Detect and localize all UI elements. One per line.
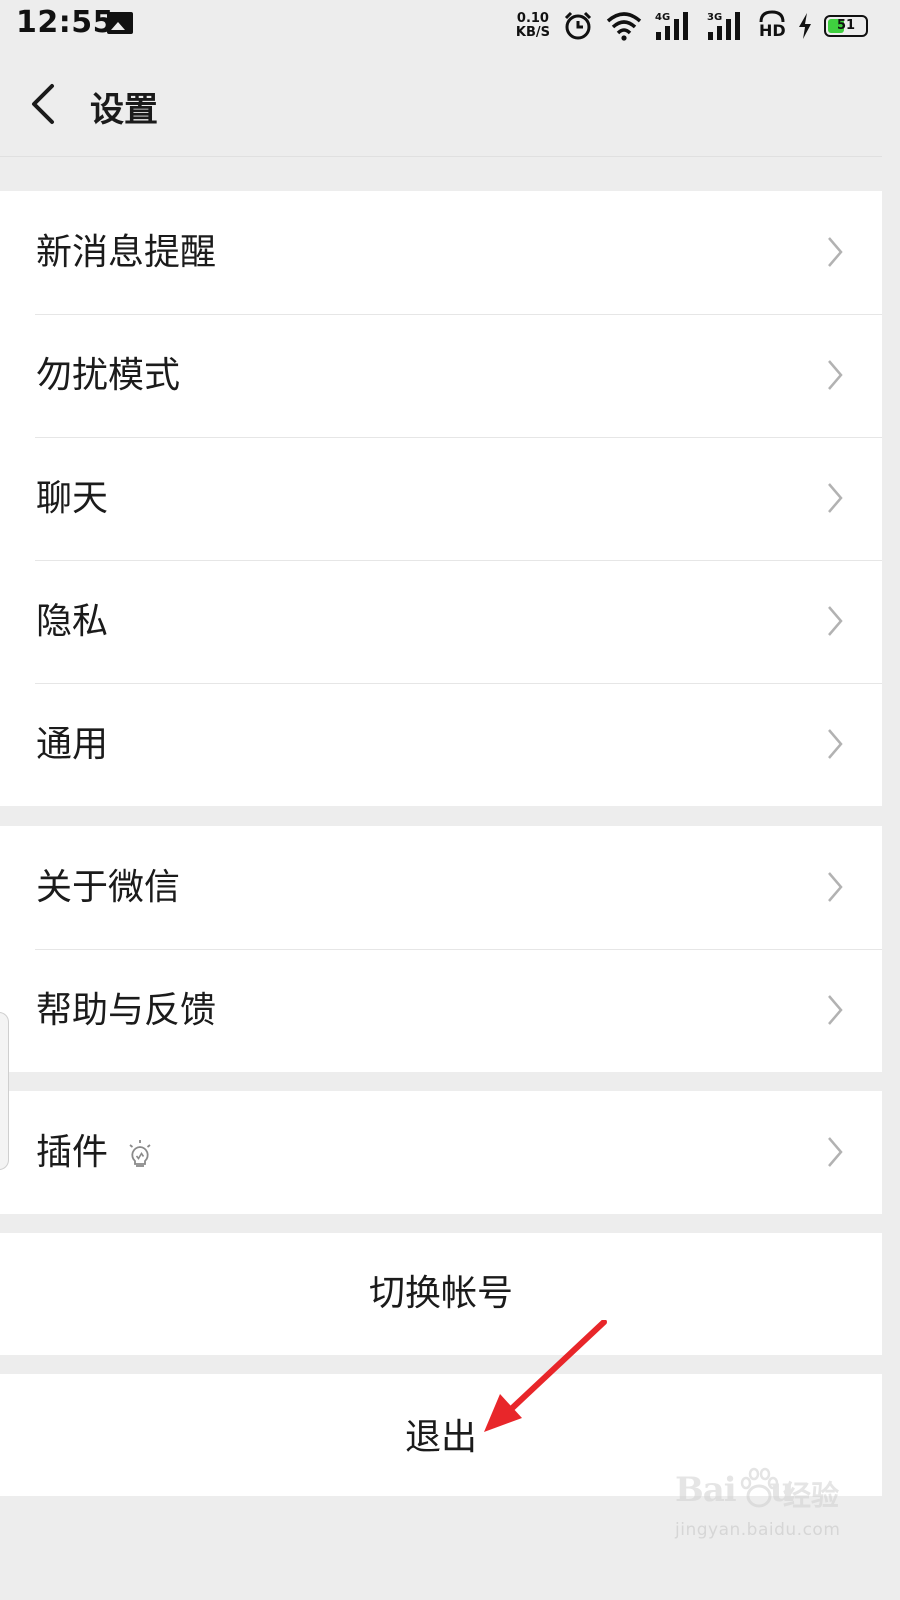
settings-group-main: 新消息提醒 勿扰模式 聊天 隐私 通用	[0, 191, 882, 806]
menu-item-general[interactable]: 通用	[0, 683, 882, 806]
chevron-right-icon	[828, 995, 843, 1025]
menu-item-label: 隐私	[36, 601, 109, 642]
status-icons: 0.10 KB/S 4G 3G HD 51	[516, 7, 868, 45]
menu-item-privacy[interactable]: 隐私	[0, 560, 882, 683]
chevron-right-icon	[828, 729, 843, 759]
chevron-right-icon	[828, 606, 843, 636]
lightbulb-icon	[129, 1140, 151, 1167]
floating-side-handle[interactable]	[0, 1012, 9, 1170]
alarm-clock-icon	[564, 11, 592, 40]
baidu-paw-icon	[740, 1467, 779, 1508]
menu-item-chat[interactable]: 聊天	[0, 437, 882, 560]
signal-3g-icon: 3G	[707, 12, 740, 40]
chevron-right-icon	[828, 237, 843, 267]
menu-item-do-not-disturb[interactable]: 勿扰模式	[0, 314, 882, 437]
menu-item-label: 勿扰模式	[36, 355, 181, 396]
chevron-right-icon	[828, 872, 843, 902]
menu-item-plugins[interactable]: 插件	[0, 1091, 882, 1214]
logout-label: 退出	[404, 1417, 477, 1458]
menu-item-label: 帮助与反馈	[36, 990, 217, 1031]
menu-item-label: 聊天	[36, 478, 109, 519]
network-speed-unit: KB/S	[515, 25, 550, 40]
watermark-url: jingyan.baidu.com	[675, 1520, 841, 1540]
watermark-logo-text: Bai	[675, 1470, 737, 1510]
chevron-right-icon	[828, 483, 843, 513]
annotation-arrow	[484, 1320, 607, 1432]
status-bar: 12:55 0.10 KB/S 4G 3G HD 51	[0, 0, 882, 52]
svg-text:3G: 3G	[707, 12, 722, 23]
network-speed-value: 0.10	[516, 11, 549, 26]
chevron-right-icon	[828, 360, 843, 390]
menu-item-help-feedback[interactable]: 帮助与反馈	[0, 949, 882, 1072]
menu-item-label: 插件	[36, 1132, 109, 1173]
settings-group-plugins: 插件	[0, 1091, 882, 1214]
menu-item-new-message-alerts[interactable]: 新消息提醒	[0, 191, 882, 314]
network-speed: 0.10 KB/S	[516, 12, 550, 40]
chevron-right-icon	[828, 1137, 843, 1167]
battery-icon: 51	[824, 15, 868, 37]
menu-item-label: 新消息提醒	[36, 232, 217, 273]
signal-4g-icon: 4G	[655, 12, 688, 40]
charging-bolt-icon	[799, 13, 811, 39]
watermark-brand: 经验	[783, 1479, 840, 1512]
menu-item-label: 通用	[36, 724, 109, 765]
svg-text:4G: 4G	[655, 12, 670, 23]
battery-percent: 51	[836, 18, 856, 33]
menu-item-label: 关于微信	[36, 867, 181, 908]
hd-voice-indicator: HD	[758, 10, 786, 42]
baidu-jingyan-watermark: Bai u 经验 jingyan.baidu.com	[675, 1467, 865, 1555]
page-title: 设置	[90, 90, 158, 130]
settings-group-about: 关于微信 帮助与反馈	[0, 826, 882, 1072]
switch-account-button[interactable]: 切换帐号	[0, 1233, 882, 1355]
image-notification-icon	[107, 12, 133, 34]
clock: 12:55	[16, 5, 114, 40]
header: 设置	[0, 52, 882, 157]
menu-item-about-wechat[interactable]: 关于微信	[0, 826, 882, 949]
switch-account-label: 切换帐号	[368, 1273, 513, 1314]
wifi-icon	[606, 12, 642, 41]
hd-label: HD	[759, 21, 786, 40]
back-button[interactable]	[22, 80, 66, 128]
